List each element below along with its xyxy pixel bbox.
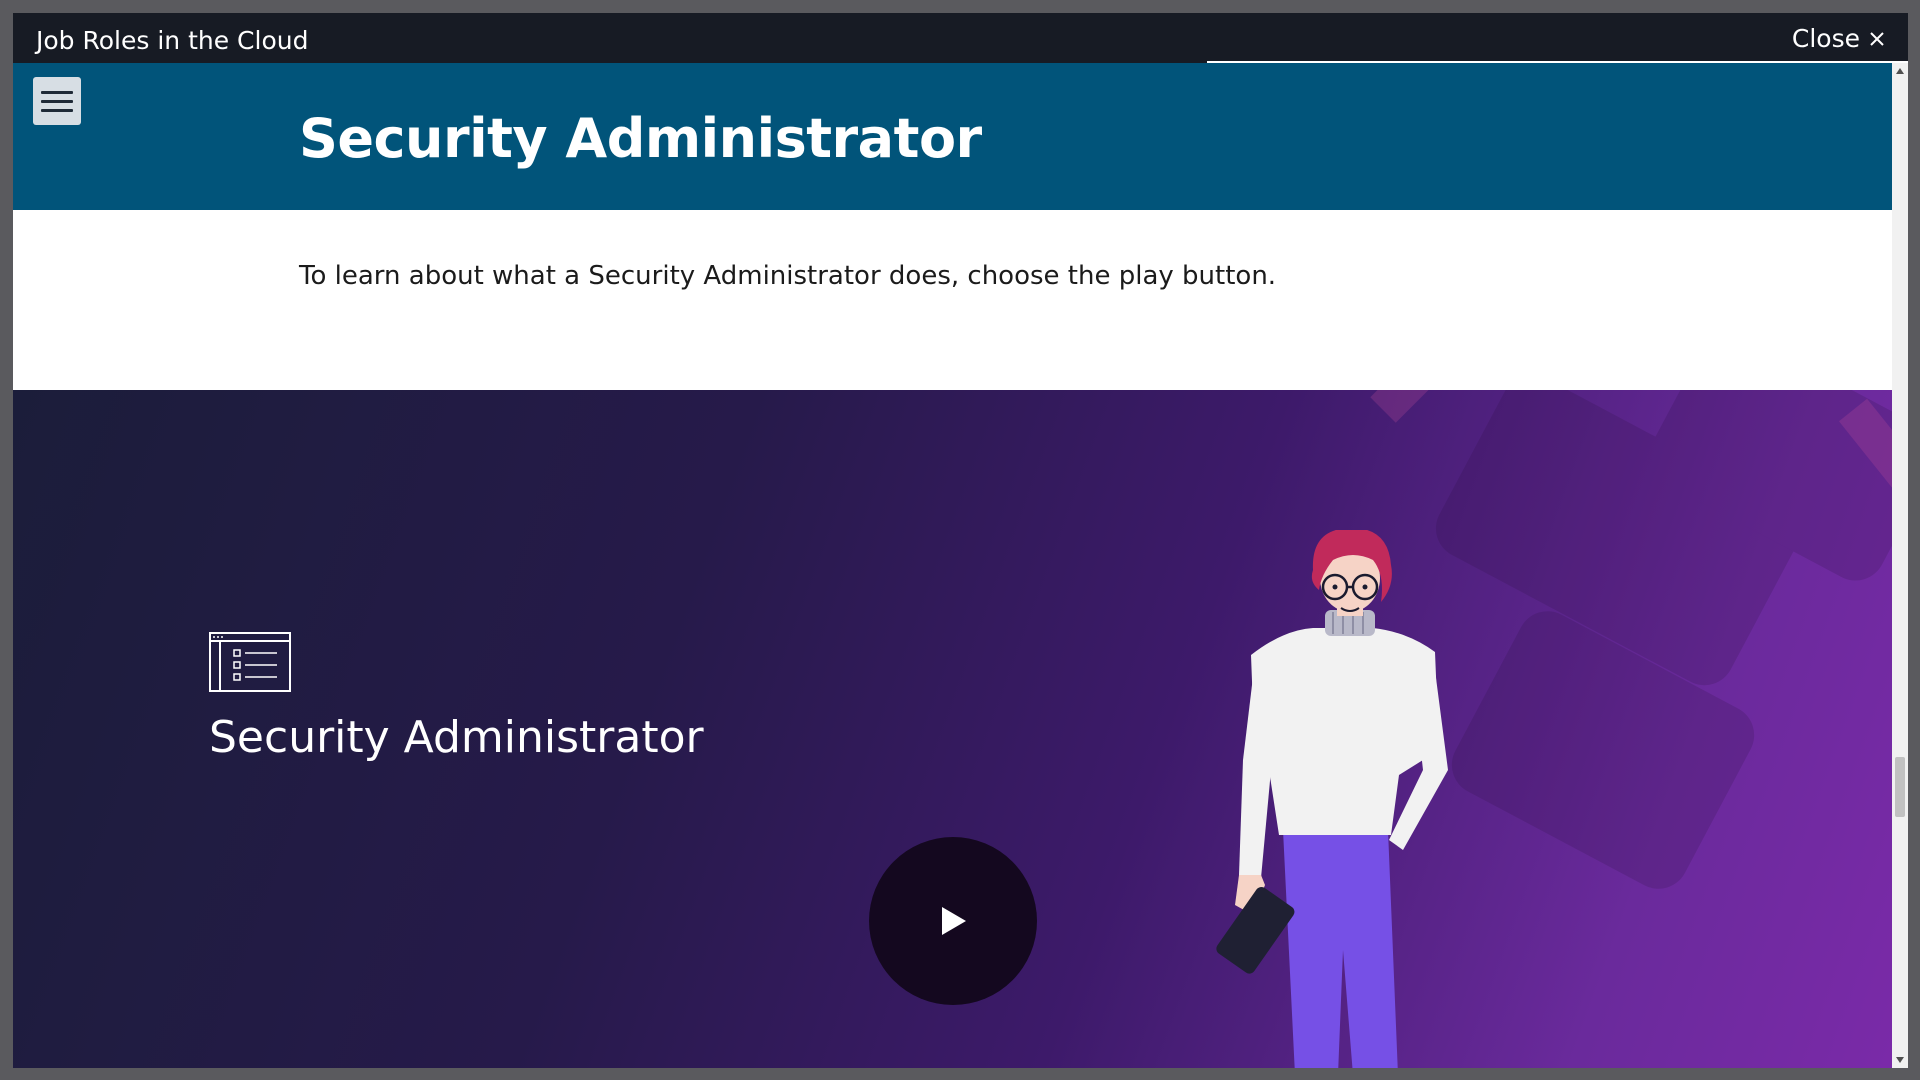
document-list-icon (209, 632, 291, 692)
vertical-scrollbar[interactable] (1892, 63, 1908, 1068)
menu-button[interactable] (33, 77, 81, 125)
modal-titlebar: Job Roles in the Cloud Close (13, 13, 1908, 63)
close-button[interactable]: Close (1792, 24, 1884, 53)
hamburger-icon (41, 90, 73, 94)
close-label: Close (1791, 24, 1860, 53)
close-icon (1870, 31, 1884, 46)
lesson-content: Security Administrator To learn about wh… (13, 63, 1892, 1068)
instructions-text: To learn about what a Security Administr… (299, 261, 1277, 291)
video-title: Security Administrator (209, 712, 704, 763)
scrollbar-thumb[interactable] (1895, 757, 1905, 817)
security-administrator-illustration (1216, 530, 1448, 1068)
scroll-up-arrow-icon[interactable] (1892, 63, 1908, 79)
scroll-down-arrow-icon[interactable] (1892, 1052, 1908, 1068)
lesson-modal: Job Roles in the Cloud Close Security Ad… (13, 13, 1908, 1068)
play-button[interactable] (869, 837, 1037, 1005)
page-title: Security Administrator (299, 107, 982, 170)
modal-title: Job Roles in the Cloud (36, 26, 309, 55)
lesson-header: Security Administrator (13, 63, 1892, 210)
video-player[interactable]: Security Administrator (13, 390, 1892, 1068)
play-icon (942, 907, 966, 935)
